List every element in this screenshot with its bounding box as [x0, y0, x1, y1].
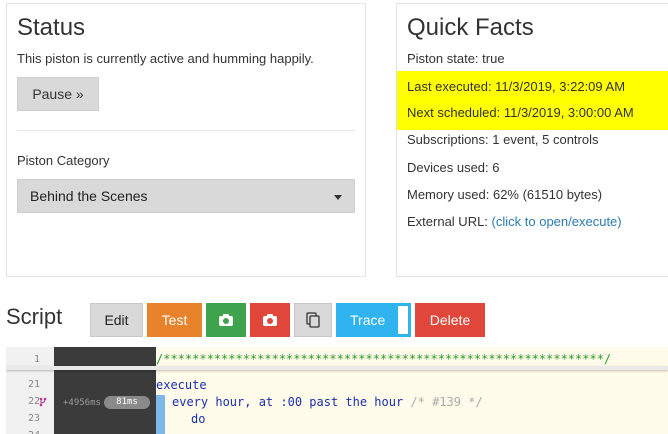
- line-number: 21: [27, 379, 40, 390]
- piston-state: Piston state: true: [407, 51, 505, 66]
- block-indicator: [156, 395, 165, 434]
- external-url-label: External URL:: [407, 214, 488, 229]
- trace-time: +4956ms: [63, 398, 101, 408]
- pause-button[interactable]: Pause »: [17, 77, 99, 111]
- copy-icon: [306, 312, 320, 328]
- trace-duration-badge: 81ms: [104, 396, 150, 409]
- copy-button[interactable]: [294, 303, 332, 337]
- script-editor[interactable]: 1 /*************************************…: [6, 347, 668, 434]
- quick-facts-panel: Quick Facts Piston state: true Last exec…: [396, 3, 668, 277]
- line-number: 24: [6, 430, 40, 434]
- trace-label: Trace: [350, 312, 386, 328]
- camera-icon: [219, 314, 233, 326]
- delete-button[interactable]: Delete: [415, 303, 485, 337]
- status-panel: Status This piston is currently active a…: [6, 3, 366, 277]
- edit-button[interactable]: Edit: [90, 303, 143, 337]
- script-title: Script: [6, 304, 63, 329]
- trace-toggle-knob: [397, 305, 409, 335]
- external-url: External URL: (click to open/execute): [407, 214, 622, 229]
- quick-facts-title: Quick Facts: [407, 14, 534, 41]
- camera-button-green[interactable]: [206, 303, 246, 337]
- camera-icon: [263, 314, 277, 326]
- memory-used: Memory used: 62% (61510 bytes): [407, 187, 603, 202]
- devices-used: Devices used: 6: [407, 160, 500, 175]
- fork-icon: [39, 397, 47, 407]
- code-line: /***************************************…: [156, 352, 612, 366]
- status-title: Status: [17, 14, 86, 41]
- category-value: Behind the Scenes: [30, 188, 148, 204]
- trace-column: [54, 347, 156, 434]
- last-executed: Last executed: 11/3/2019, 3:22:09 AM: [407, 79, 626, 94]
- external-url-link[interactable]: (click to open/execute): [492, 214, 622, 229]
- status-text: This piston is currently active and humm…: [17, 51, 314, 66]
- category-label: Piston Category: [17, 153, 110, 168]
- line-number: 23: [27, 413, 40, 424]
- line-number: 22: [27, 396, 40, 407]
- fold-separator: [6, 366, 668, 370]
- camera-button-red[interactable]: [250, 303, 290, 337]
- next-scheduled: Next scheduled: 11/3/2019, 3:00:00 AM: [407, 105, 634, 120]
- code-line: do: [191, 412, 206, 426]
- code-line: execute: [156, 378, 207, 392]
- code-line: every hour, at :00 past the hour /* #139…: [172, 395, 483, 409]
- test-button[interactable]: Test: [147, 303, 202, 337]
- divider: [17, 130, 355, 131]
- subscriptions: Subscriptions: 1 event, 5 controls: [407, 132, 599, 147]
- line-number: 1: [33, 354, 40, 365]
- caret-down-icon: [334, 195, 342, 200]
- category-select[interactable]: Behind the Scenes: [17, 179, 355, 213]
- trace-toggle[interactable]: Trace: [336, 303, 411, 337]
